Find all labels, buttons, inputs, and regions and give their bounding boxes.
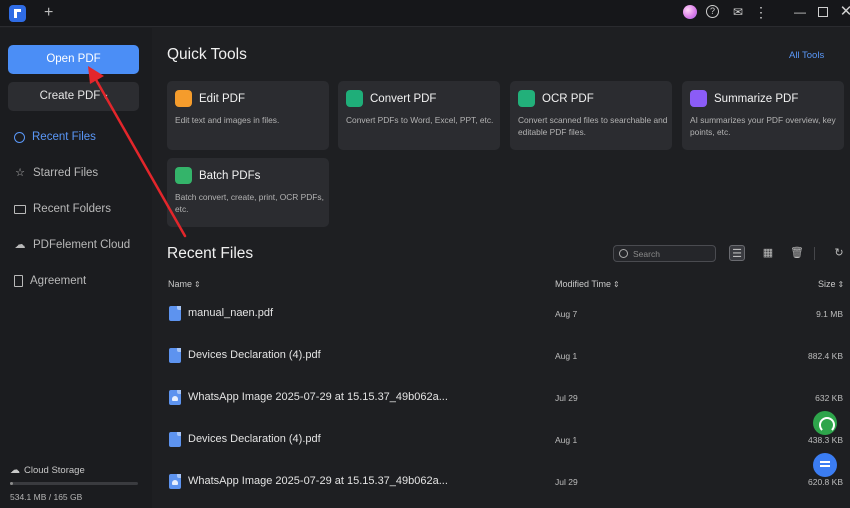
grid-view-icon[interactable]: ▦ — [760, 245, 776, 261]
image-file-icon — [169, 474, 181, 489]
maximize-button[interactable] — [815, 4, 831, 20]
toolbar-divider — [814, 247, 815, 260]
search-icon — [619, 249, 628, 258]
create-pdf-button[interactable]: Create PDF ▾ — [8, 82, 139, 111]
sidebar-item-label: Starred Files — [33, 167, 99, 179]
tool-card-summarize-pdf[interactable]: Summarize PDF AI summarizes your PDF ove… — [682, 81, 844, 150]
sidebar-item-label: Recent Files — [32, 131, 96, 143]
edit-pdf-icon — [175, 90, 192, 107]
file-size: 438.3 KB — [808, 435, 843, 445]
summarize-pdf-icon — [690, 90, 707, 107]
tool-card-description: Convert scanned files to searchable and … — [518, 115, 668, 137]
table-row[interactable]: manual_naen.pdf Aug 7 9.1 MB — [160, 293, 850, 333]
file-name: Devices Declaration (4).pdf — [188, 349, 321, 361]
tool-card-title: Summarize PDF — [714, 93, 799, 105]
sort-icon: ⇕ — [194, 280, 201, 289]
batch-pdfs-icon — [175, 167, 192, 184]
minimize-button[interactable]: — — [792, 4, 808, 20]
document-icon — [14, 275, 23, 287]
folder-icon — [14, 204, 26, 214]
file-name: WhatsApp Image 2025-07-29 at 15.15.37_49… — [188, 475, 448, 487]
pdf-file-icon — [169, 432, 181, 447]
title-bar: + ? ✉ ⋮ — ✕ — [0, 0, 850, 27]
column-header-name[interactable]: Name ⇕ — [168, 279, 201, 289]
tool-card-description: Edit text and images in files. — [175, 115, 280, 125]
image-file-icon — [169, 390, 181, 405]
file-size: 632 KB — [815, 393, 843, 403]
tool-card-title: Convert PDF — [370, 93, 437, 105]
column-header-modified[interactable]: Modified Time ⇕ — [555, 279, 620, 289]
sidebar-item-recent-folders[interactable]: Recent Folders — [14, 200, 111, 218]
file-name: WhatsApp Image 2025-07-29 at 15.15.37_49… — [188, 391, 448, 403]
file-size: 620.8 KB — [808, 477, 843, 487]
tool-card-title: Batch PDFs — [199, 170, 261, 182]
tool-card-convert-pdf[interactable]: Convert PDF Convert PDFs to Word, Excel,… — [338, 81, 500, 150]
search-box[interactable] — [613, 245, 716, 262]
storage-progress-fill — [10, 482, 13, 485]
sidebar-item-recent-files[interactable]: Recent Files — [14, 128, 96, 146]
app-logo-icon — [9, 5, 26, 22]
star-icon: ☆ — [15, 167, 25, 179]
column-header-size[interactable]: Size ⇕ — [818, 279, 844, 289]
file-modified-time: Aug 1 — [555, 435, 578, 445]
cloud-storage-label[interactable]: ☁ Cloud Storage — [10, 465, 85, 476]
trash-icon[interactable]: 🗑 — [789, 245, 805, 261]
refresh-icon[interactable]: ↻ — [831, 245, 847, 261]
file-size: 9.1 MB — [816, 309, 843, 319]
support-headset-icon[interactable] — [813, 411, 837, 435]
recent-files-title: Recent Files — [167, 245, 254, 262]
open-pdf-button[interactable]: Open PDF — [8, 45, 139, 74]
sidebar-item-label: Agreement — [30, 275, 87, 287]
file-modified-time: Jul 29 — [555, 477, 578, 487]
pdf-file-icon — [169, 348, 181, 363]
sidebar-item-starred-files[interactable]: ☆ Starred Files — [14, 164, 98, 182]
sort-icon: ⇕ — [613, 280, 620, 289]
sidebar-item-agreement[interactable]: Agreement — [14, 272, 86, 290]
clock-icon — [14, 131, 25, 143]
table-row[interactable]: WhatsApp Image 2025-07-29 at 15.15.37_49… — [160, 377, 850, 417]
create-pdf-label: Create PDF — [39, 90, 101, 102]
tool-card-batch-pdfs[interactable]: Batch PDFs Batch convert, create, print,… — [167, 158, 329, 227]
new-tab-button[interactable]: + — [44, 4, 53, 22]
sidebar-item-pdfelement-cloud[interactable]: ☁ PDFelement Cloud — [14, 236, 131, 254]
chat-assistant-icon[interactable] — [813, 453, 837, 477]
sidebar: Open PDF Create PDF ▾ Recent Files ☆ Star… — [0, 28, 152, 508]
search-input[interactable] — [633, 248, 708, 259]
ocr-pdf-icon — [518, 90, 535, 107]
table-row[interactable]: Devices Declaration (4).pdf Aug 1 438.3 … — [160, 419, 850, 459]
table-row[interactable]: WhatsApp Image 2025-07-29 at 15.15.37_49… — [160, 461, 850, 501]
help-icon[interactable]: ? — [706, 5, 719, 18]
sidebar-item-label: Recent Folders — [33, 203, 111, 215]
quick-tools-title: Quick Tools — [167, 46, 247, 63]
cloud-icon: ☁ — [10, 465, 20, 476]
convert-pdf-icon — [346, 90, 363, 107]
sort-icon: ⇕ — [837, 280, 845, 289]
close-button[interactable]: ✕ — [838, 4, 850, 20]
all-tools-link[interactable]: All Tools — [789, 50, 824, 61]
table-row[interactable]: Devices Declaration (4).pdf Aug 1 882.4 … — [160, 335, 850, 375]
file-size: 882.4 KB — [808, 351, 843, 361]
more-menu-icon[interactable]: ⋮ — [753, 4, 769, 20]
tool-card-title: OCR PDF — [542, 93, 594, 105]
file-name: Devices Declaration (4).pdf — [188, 433, 321, 445]
message-icon[interactable]: ✉ — [730, 4, 746, 20]
chevron-down-icon: ▾ — [103, 92, 108, 101]
file-modified-time: Aug 1 — [555, 351, 578, 361]
tool-card-ocr-pdf[interactable]: OCR PDF Convert scanned files to searcha… — [510, 81, 672, 150]
tool-card-description: AI summarizes your PDF overview, key poi… — [690, 115, 836, 137]
storage-usage-text: 534.1 MB / 165 GB — [10, 492, 83, 502]
tool-card-description: Convert PDFs to Word, Excel, PPT, etc. — [346, 115, 494, 125]
storage-progress-bar — [10, 482, 138, 485]
pdf-file-icon — [169, 306, 181, 321]
file-modified-time: Jul 29 — [555, 393, 578, 403]
list-view-icon[interactable]: ☰ — [729, 245, 745, 261]
sidebar-item-label: PDFelement Cloud — [33, 239, 131, 251]
avatar[interactable] — [683, 5, 697, 19]
tool-card-description: Batch convert, create, print, OCR PDFs, … — [175, 192, 324, 214]
file-modified-time: Aug 7 — [555, 309, 578, 319]
tool-card-title: Edit PDF — [199, 93, 246, 105]
cloud-icon: ☁ — [14, 239, 26, 251]
file-name: manual_naen.pdf — [188, 307, 274, 319]
tool-card-edit-pdf[interactable]: Edit PDF Edit text and images in files. — [167, 81, 329, 150]
